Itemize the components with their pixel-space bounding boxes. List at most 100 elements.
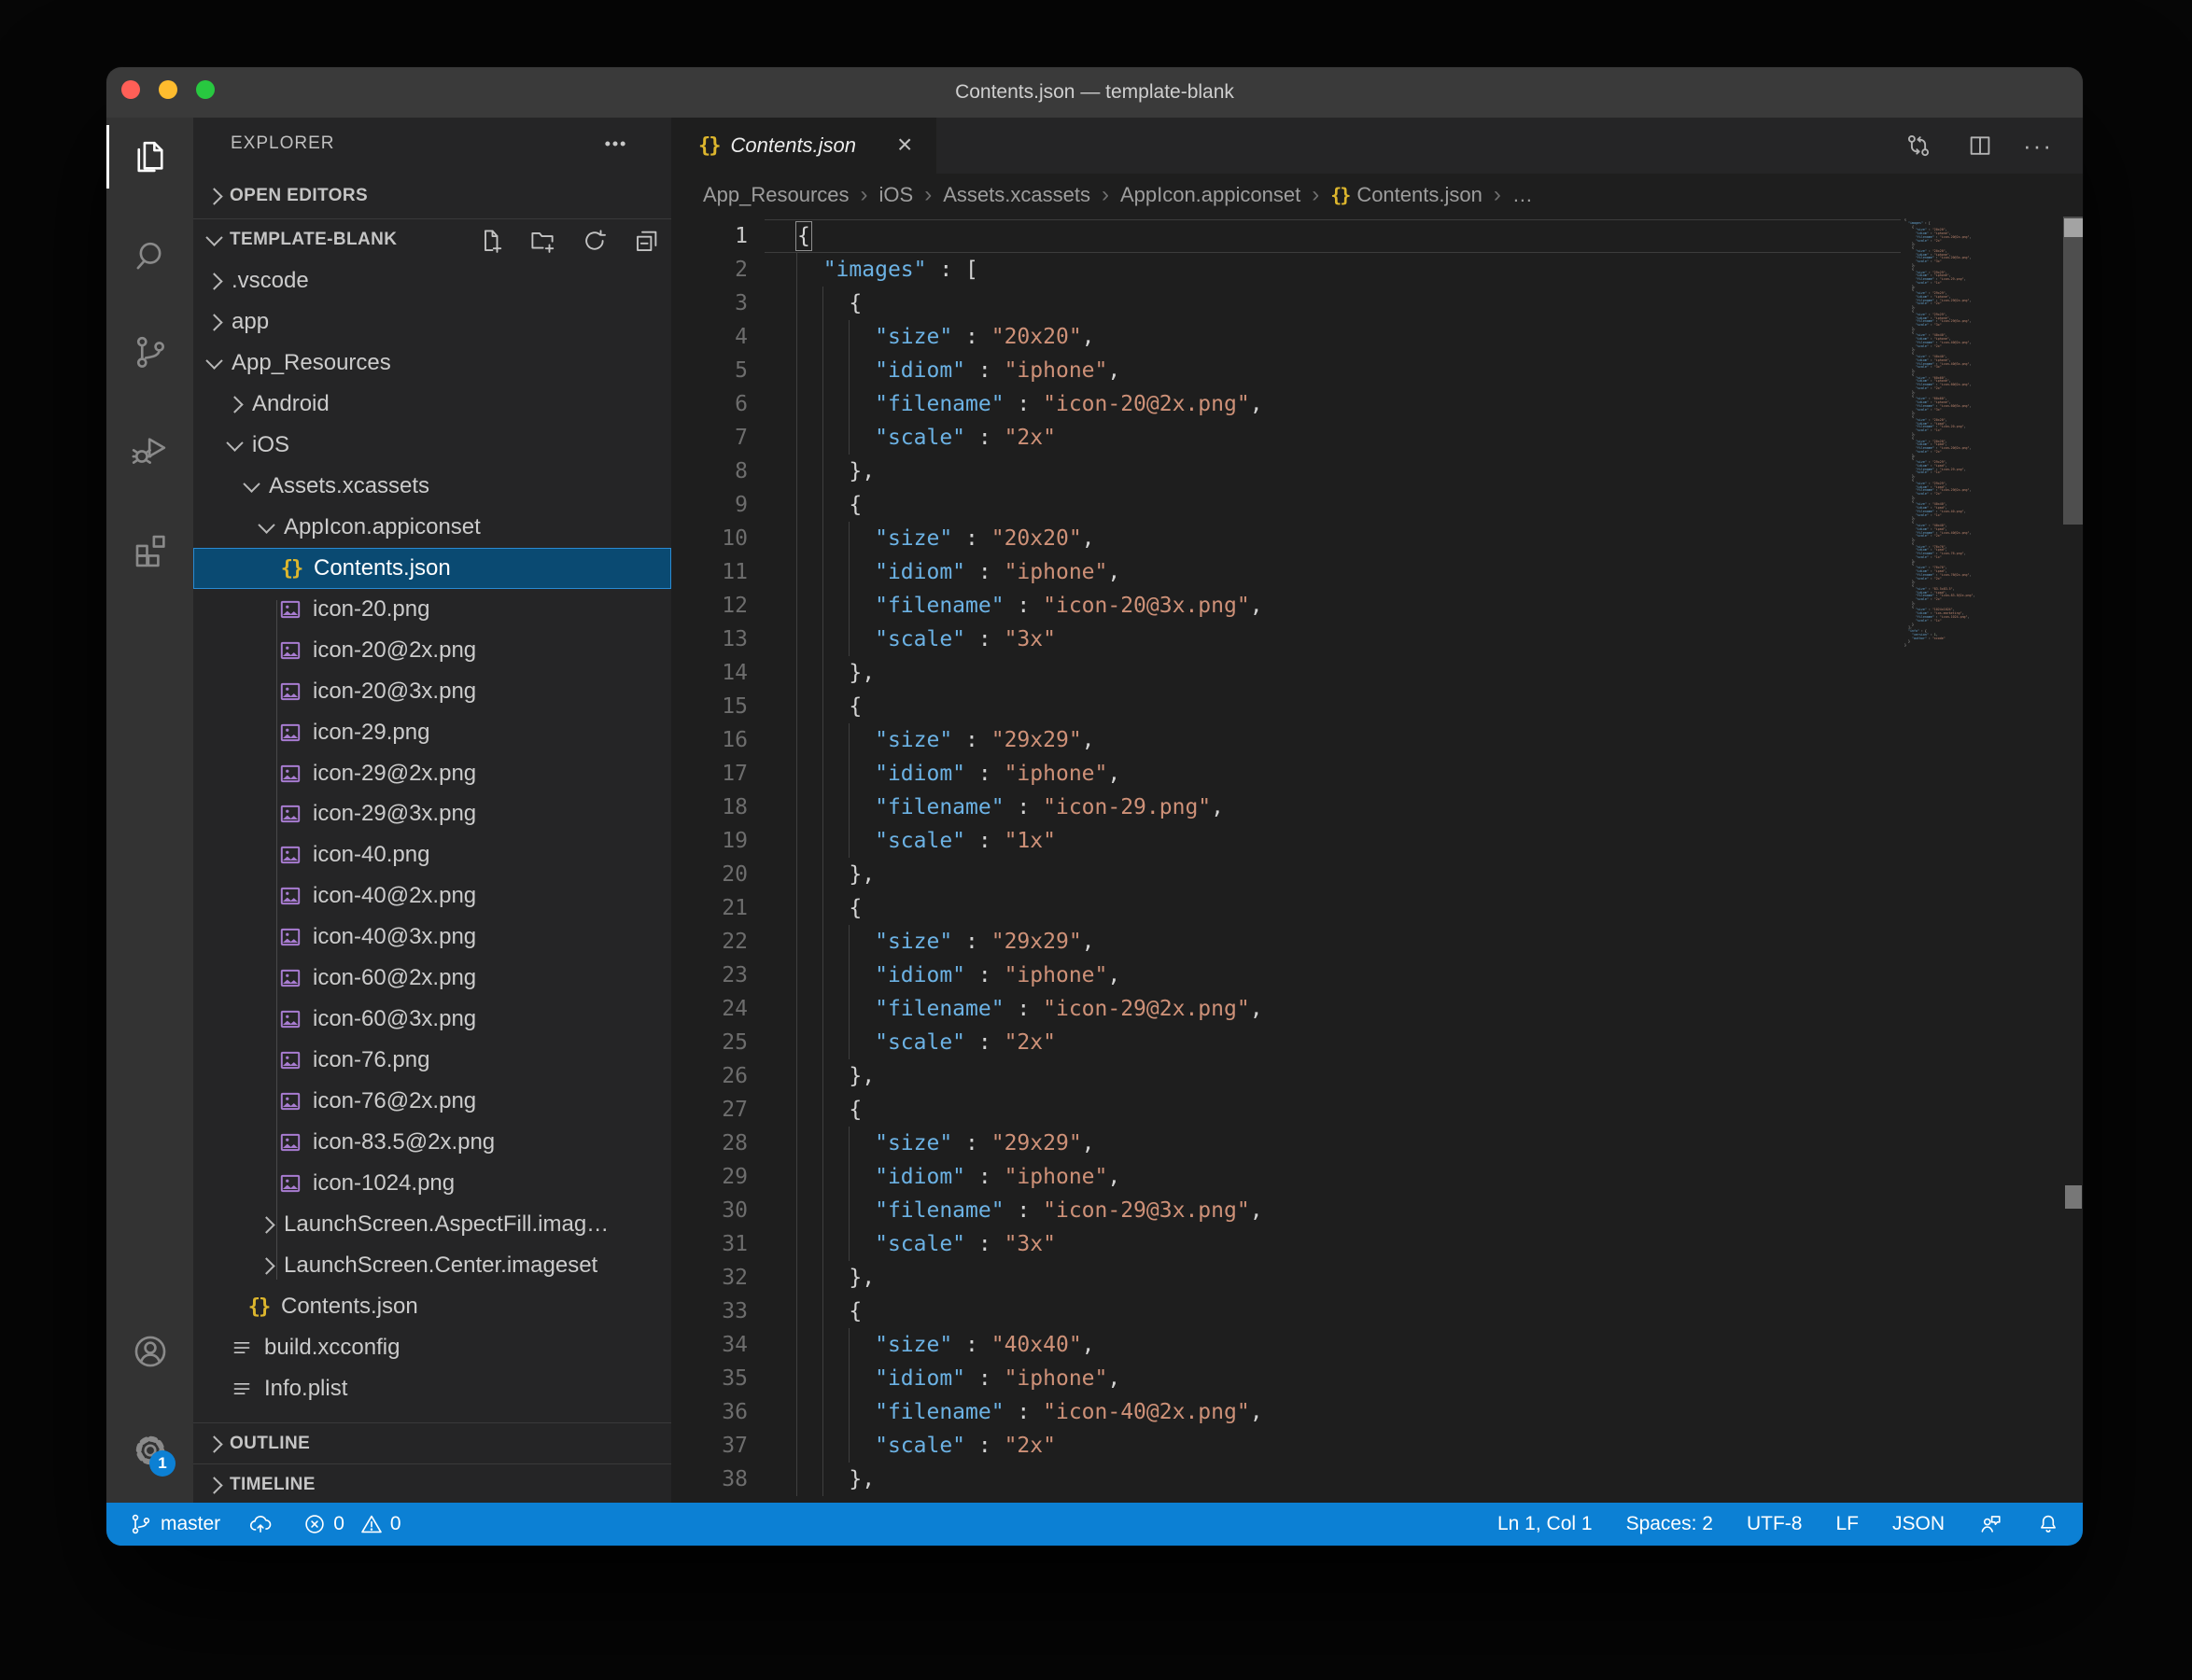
open-changes-icon[interactable]	[1904, 132, 1932, 160]
code-line[interactable]: 14 },	[671, 656, 1901, 690]
tree-item-icon-29.png[interactable]: icon-29.png	[193, 712, 671, 753]
code-line[interactable]: 26 },	[671, 1059, 1901, 1093]
breadcrumb-item[interactable]: …	[1512, 183, 1533, 207]
collapse-all-icon[interactable]	[633, 227, 661, 255]
tab-contents-json[interactable]: {} Contents.json ×	[671, 118, 936, 174]
tree-item-build.xcconfig[interactable]: build.xcconfig	[193, 1327, 671, 1368]
code-line[interactable]: 2 "images" : [	[671, 253, 1901, 287]
code-line[interactable]: 33 {	[671, 1295, 1901, 1328]
tree-item-.vscode[interactable]: .vscode	[193, 260, 671, 301]
code-line[interactable]: 18 "filename" : "icon-29.png",	[671, 791, 1901, 824]
code-line[interactable]: 19 "scale" : "1x"	[671, 824, 1901, 858]
code-line[interactable]: 16 "size" : "29x29",	[671, 723, 1901, 757]
explorer-more-actions-icon[interactable]	[597, 131, 634, 157]
code-line[interactable]: 13 "scale" : "3x"	[671, 623, 1901, 656]
code-line[interactable]: 31 "scale" : "3x"	[671, 1227, 1901, 1261]
feedback-icon[interactable]	[1978, 1503, 2002, 1546]
indentation-status[interactable]: Spaces: 2	[1626, 1503, 1713, 1546]
code-line[interactable]: 25 "scale" : "2x"	[671, 1026, 1901, 1059]
code-line[interactable]: 6 "filename" : "icon-20@2x.png",	[671, 387, 1901, 421]
open-editors-section[interactable]: OPEN EDITORS	[193, 175, 671, 217]
activity-bar-search-icon[interactable]	[106, 222, 193, 289]
code-line[interactable]: 24 "filename" : "icon-29@2x.png",	[671, 992, 1901, 1026]
tree-item-iOS[interactable]: iOS	[193, 425, 671, 466]
code-line[interactable]: 28 "size" : "29x29",	[671, 1127, 1901, 1160]
tree-item-icon-83.5@2x.png[interactable]: icon-83.5@2x.png	[193, 1122, 671, 1163]
editor-scrollbar[interactable]	[2063, 217, 2083, 525]
minimap[interactable]: { "images" : [ { "size" : "20x20", "idio…	[1901, 218, 2063, 1503]
tree-item-App_Resources[interactable]: App_Resources	[193, 343, 671, 384]
tree-item-icon-20@2x.png[interactable]: icon-20@2x.png	[193, 630, 671, 671]
code-line[interactable]: 23 "idiom" : "iphone",	[671, 959, 1901, 992]
code-line[interactable]: 5 "idiom" : "iphone",	[671, 354, 1901, 387]
tree-item-Contents.json[interactable]: {}Contents.json	[193, 1286, 671, 1327]
code-editor[interactable]: 1{2 "images" : [3 {4 "size" : "20x20",5 …	[671, 217, 1901, 1503]
code-line[interactable]: 15 {	[671, 690, 1901, 723]
code-line[interactable]: 32 },	[671, 1261, 1901, 1295]
code-line[interactable]: 11 "idiom" : "iphone",	[671, 555, 1901, 589]
code-line[interactable]: 35 "idiom" : "iphone",	[671, 1362, 1901, 1395]
notifications-bell-icon[interactable]	[2036, 1503, 2060, 1546]
code-line[interactable]: 7 "scale" : "2x"	[671, 421, 1901, 455]
language-mode-status[interactable]: JSON	[1892, 1503, 1945, 1546]
tree-item-Assets.xcassets[interactable]: Assets.xcassets	[193, 466, 671, 507]
code-line[interactable]: 4 "size" : "20x20",	[671, 320, 1901, 354]
sync-status[interactable]	[248, 1503, 273, 1546]
editor-more-actions-icon[interactable]: ···	[2023, 132, 2051, 160]
code-line[interactable]: 29 "idiom" : "iphone",	[671, 1160, 1901, 1194]
tree-item-Android[interactable]: Android	[193, 384, 671, 425]
timeline-section[interactable]: TIMELINE	[193, 1463, 671, 1503]
tree-item-icon-60@3x.png[interactable]: icon-60@3x.png	[193, 999, 671, 1040]
tree-item-icon-29@2x.png[interactable]: icon-29@2x.png	[193, 753, 671, 794]
activity-bar-explorer-icon[interactable]	[106, 123, 193, 190]
breadcrumb-item[interactable]: App_Resources	[703, 183, 850, 207]
tree-item-icon-40@3x.png[interactable]: icon-40@3x.png	[193, 917, 671, 958]
new-folder-icon[interactable]	[528, 227, 556, 255]
tree-item-icon-1024.png[interactable]: icon-1024.png	[193, 1163, 671, 1204]
breadcrumb-item[interactable]: Assets.xcassets	[943, 183, 1090, 207]
code-line[interactable]: 8 },	[671, 455, 1901, 488]
tree-item-Contents.json[interactable]: {}Contents.json	[193, 548, 671, 589]
tree-item-icon-29@3x.png[interactable]: icon-29@3x.png	[193, 793, 671, 834]
tree-item-LaunchScreen.Center.imageset[interactable]: LaunchScreen.Center.imageset	[193, 1245, 671, 1286]
tree-item-icon-76.png[interactable]: icon-76.png	[193, 1040, 671, 1081]
tree-item-icon-20@3x.png[interactable]: icon-20@3x.png	[193, 671, 671, 712]
branch-status[interactable]: master	[129, 1503, 220, 1546]
code-line[interactable]: 1{	[671, 219, 1901, 253]
encoding-status[interactable]: UTF-8	[1747, 1503, 1803, 1546]
problems-status[interactable]: 0 0	[302, 1503, 400, 1546]
code-line[interactable]: 38 },	[671, 1463, 1901, 1496]
outline-section[interactable]: OUTLINE	[193, 1422, 671, 1464]
zoom-window-button[interactable]	[196, 80, 215, 99]
breadcrumb-item[interactable]: Contents.json	[1356, 183, 1482, 207]
eol-status[interactable]: LF	[1835, 1503, 1859, 1546]
title-bar[interactable]: Contents.json — template-blank	[106, 67, 2083, 118]
settings-gear-icon[interactable]	[106, 1417, 193, 1484]
code-line[interactable]: 30 "filename" : "icon-29@3x.png",	[671, 1194, 1901, 1227]
code-line[interactable]: 21 {	[671, 891, 1901, 925]
tree-item-icon-20.png[interactable]: icon-20.png	[193, 589, 671, 630]
tree-item-icon-60@2x.png[interactable]: icon-60@2x.png	[193, 958, 671, 999]
close-window-button[interactable]	[121, 80, 140, 99]
breadcrumb-item[interactable]: AppIcon.appiconset	[1120, 183, 1300, 207]
tree-item-icon-40@2x.png[interactable]: icon-40@2x.png	[193, 875, 671, 917]
tree-item-icon-76@2x.png[interactable]: icon-76@2x.png	[193, 1081, 671, 1122]
activity-bar-run-debug-icon[interactable]	[106, 416, 193, 483]
code-line[interactable]: 34 "size" : "40x40",	[671, 1328, 1901, 1362]
code-line[interactable]: 37 "scale" : "2x"	[671, 1429, 1901, 1463]
tree-item-app[interactable]: app	[193, 301, 671, 343]
code-line[interactable]: 12 "filename" : "icon-20@3x.png",	[671, 589, 1901, 623]
split-editor-icon[interactable]	[1966, 132, 1994, 160]
tree-item-Info.plist[interactable]: Info.plist	[193, 1368, 671, 1409]
close-tab-icon[interactable]: ×	[897, 118, 912, 174]
minimize-window-button[interactable]	[159, 80, 177, 99]
code-line[interactable]: 3 {	[671, 287, 1901, 320]
breadcrumb-item[interactable]: iOS	[879, 183, 914, 207]
tree-item-LaunchScreen.AspectFill.imag…[interactable]: LaunchScreen.AspectFill.imag…	[193, 1204, 671, 1245]
code-line[interactable]: 10 "size" : "20x20",	[671, 522, 1901, 555]
cursor-position-status[interactable]: Ln 1, Col 1	[1497, 1503, 1593, 1546]
code-line[interactable]: 17 "idiom" : "iphone",	[671, 757, 1901, 791]
code-line[interactable]: 9 {	[671, 488, 1901, 522]
activity-bar-source-control-icon[interactable]	[106, 318, 193, 385]
tree-item-icon-40.png[interactable]: icon-40.png	[193, 834, 671, 875]
